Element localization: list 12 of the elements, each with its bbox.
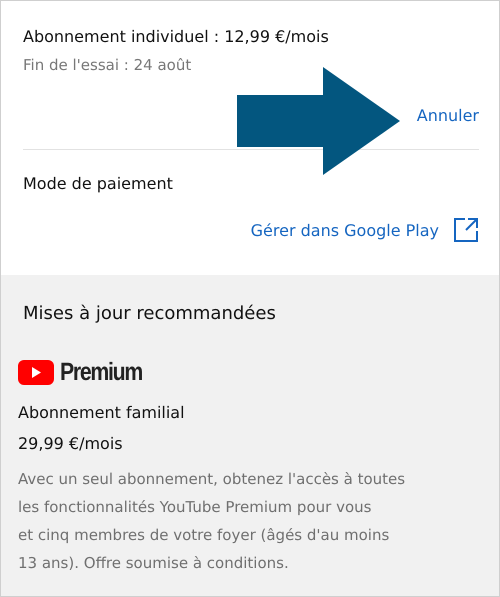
payment-label: Mode de paiement	[23, 174, 174, 193]
plan-name: Abonnement familial	[18, 403, 186, 422]
plan-description: Avec un seul abonnement, obtenez l'accès à toutes les fonctionnalités YouTube Premium pour vous et cinq membres de votre foyer (âgés d'au moins 13 ans). Offre soumise à conditions.	[18, 469, 406, 574]
trial-end-text: Fin de l'essai : 24 août	[23, 56, 192, 74]
plan-price: 29,99 €/mois	[18, 434, 124, 453]
subscription-title: Abonnement individuel : 12,99 €/mois	[23, 27, 330, 46]
section-heading: Mises à jour recommandées	[23, 303, 277, 324]
manage-link[interactable]: Gérer dans Google Play	[250, 220, 439, 240]
cancel-link[interactable]: Annuler	[416, 106, 479, 125]
play-logo-icon	[18, 360, 54, 385]
logo-text: Premium	[60, 358, 142, 387]
external-link-icon[interactable]	[453, 217, 479, 243]
